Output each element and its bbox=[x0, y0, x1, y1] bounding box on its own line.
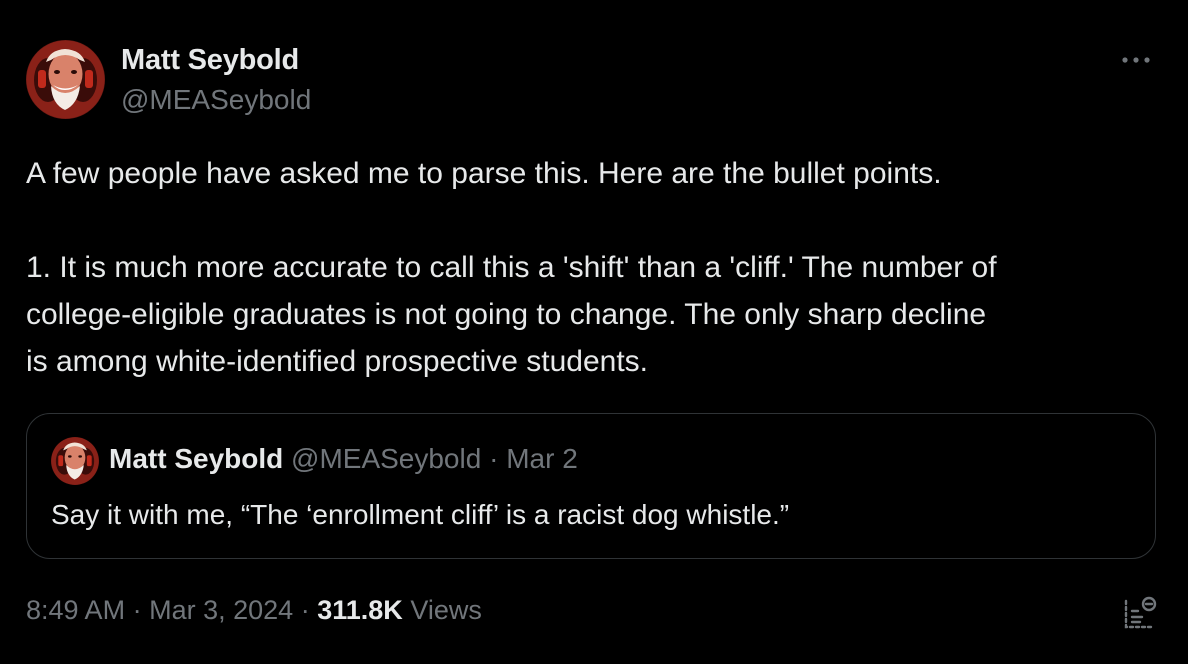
avatar[interactable] bbox=[26, 40, 105, 119]
tweet-line: 1. It is much more accurate to call this… bbox=[26, 251, 997, 284]
quote-author-name[interactable]: Matt Seybold bbox=[109, 443, 283, 474]
tweet-line: is among white-identified prospective st… bbox=[26, 345, 649, 378]
quoted-tweet-card[interactable]: Matt Seybold @MEASeybold · Mar 2 Say it … bbox=[26, 413, 1156, 559]
quote-author-handle[interactable]: @MEASeybold bbox=[291, 443, 481, 474]
footer-separator: · bbox=[132, 595, 142, 625]
tweet-footer: 8:49 AM · Mar 3, 2024 · 311.8K Views bbox=[26, 595, 482, 626]
footer-separator: · bbox=[300, 595, 310, 625]
quote-text: Say it with me, “The ‘enrollment cliff’ … bbox=[51, 499, 790, 530]
tweet-text: A few people have asked me to parse this… bbox=[26, 150, 1166, 385]
tweet-date[interactable]: Mar 3, 2024 bbox=[149, 595, 293, 625]
quote-date[interactable]: Mar 2 bbox=[506, 443, 578, 474]
author-handle[interactable]: @MEASeybold bbox=[121, 84, 311, 116]
author-name[interactable]: Matt Seybold bbox=[121, 44, 299, 77]
quote-separator: · bbox=[489, 443, 499, 474]
more-options-button[interactable] bbox=[1116, 44, 1156, 76]
analytics-button[interactable] bbox=[1120, 593, 1160, 633]
more-horizontal-icon bbox=[1122, 57, 1150, 63]
analytics-icon bbox=[1124, 596, 1157, 629]
tweet-line: college-eligible graduates is not going … bbox=[26, 298, 987, 331]
tweet-line: A few people have asked me to parse this… bbox=[26, 157, 942, 190]
views-label: Views bbox=[410, 595, 482, 625]
views-count: 311.8K bbox=[317, 595, 403, 625]
quote-avatar[interactable] bbox=[51, 437, 99, 485]
tweet-time[interactable]: 8:49 AM bbox=[26, 595, 125, 625]
quote-header: Matt Seybold @MEASeybold · Mar 2 bbox=[109, 443, 578, 475]
